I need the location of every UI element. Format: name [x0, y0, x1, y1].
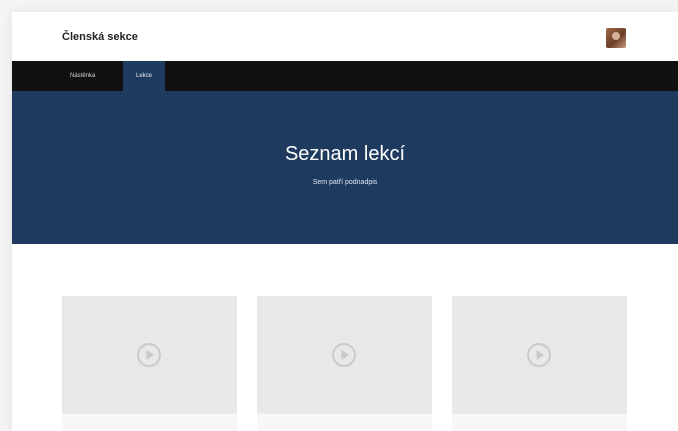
- nav-item-dashboard[interactable]: Nástěnka: [70, 61, 120, 91]
- play-circle-icon[interactable]: [331, 342, 357, 368]
- page-title: Seznam lekcí: [284, 143, 406, 165]
- play-circle-icon[interactable]: [526, 342, 552, 368]
- lesson-card[interactable]: [452, 296, 627, 431]
- lesson-card-footer: [452, 413, 627, 431]
- site-title: Členská sekce: [62, 31, 138, 43]
- page-subtitle: Sem patří podnadpis: [312, 179, 378, 186]
- lesson-card[interactable]: [62, 296, 237, 431]
- lesson-thumbnail[interactable]: [452, 296, 627, 413]
- page-frame: Členská sekce Nástěnka Lekce Seznam lekc…: [12, 12, 678, 431]
- hero-banner: Seznam lekcí Sem patří podnadpis: [12, 91, 678, 244]
- lesson-card[interactable]: [257, 296, 432, 431]
- top-header: Členská sekce: [12, 12, 678, 61]
- play-circle-icon[interactable]: [136, 342, 162, 368]
- nav-item-lessons[interactable]: Lekce: [123, 61, 165, 91]
- user-avatar[interactable]: [606, 28, 626, 48]
- main-navigation: Nástěnka Lekce: [12, 61, 678, 91]
- lesson-card-footer: [62, 413, 237, 431]
- lesson-thumbnail[interactable]: [257, 296, 432, 413]
- lesson-card-footer: [257, 413, 432, 431]
- lesson-thumbnail[interactable]: [62, 296, 237, 413]
